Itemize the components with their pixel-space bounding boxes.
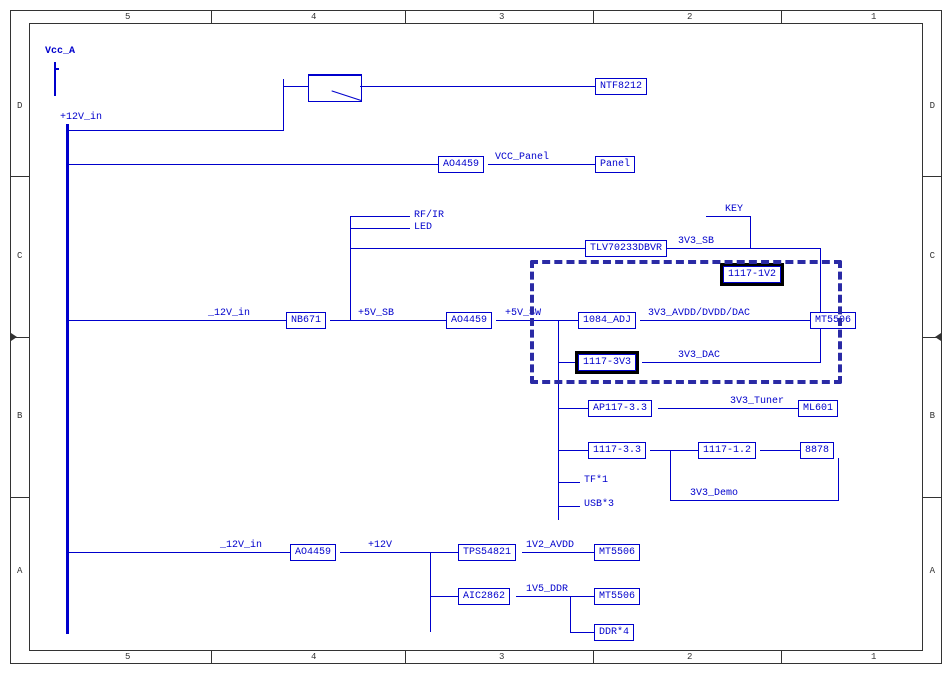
zone-col-4-bot: 4 [311,652,316,662]
block-ao4459-a: AO4459 [438,156,484,173]
zone-col-1-bot: 1 [871,652,876,662]
wire [650,450,698,451]
block-8878: 8878 [800,442,834,459]
zone-col-3-bot: 3 [499,652,504,662]
zone-row-c-right: C [930,251,935,261]
zone-col-3-top: 3 [499,12,504,22]
left-arrow-icon [11,333,17,341]
zone-row-a-left: A [17,566,22,576]
zone-row-d-right: D [930,101,935,111]
zone-col-4-top: 4 [311,12,316,22]
block-ao4459-b: AO4459 [446,312,492,329]
wire [330,320,446,321]
wire [706,216,750,217]
block-panel: Panel [595,156,635,173]
wire [570,596,571,632]
block-ao4459-c: AO4459 [290,544,336,561]
wire [68,164,438,165]
wire [340,552,458,553]
net-12v-in-bot: _12V_in [220,540,262,551]
zone-col-2-top: 2 [687,12,692,22]
relay-symbol [308,74,362,102]
zone-row-d-left: D [17,101,22,111]
block-1117-3.3: 1117-3.3 [588,442,646,459]
net-3v3-demo: 3V3_Demo [690,488,738,499]
block-1117-1.2: 1117-1.2 [698,442,756,459]
zone-row-b-right: B [930,411,935,421]
net-1v5-ddr: 1V5_DDR [526,584,568,595]
zone-row-a-right: A [930,566,935,576]
zone-col-5-top: 5 [125,12,130,22]
wire [760,450,800,451]
rail-vcc-a: Vcc_A [45,46,75,57]
net-12v-in-mid: _12V_in [208,308,250,319]
wire [558,450,588,451]
wire [516,596,594,597]
zone-row-c-left: C [17,251,22,261]
block-ddr4: DDR*4 [594,624,634,641]
net-1v2-avdd: 1V2_AVDD [526,540,574,551]
wire [350,248,585,249]
block-tlv70233: TLV70233DBVR [585,240,667,257]
zone-col-2-bot: 2 [687,652,692,662]
wire [350,228,410,229]
wire [54,68,59,70]
wire [670,500,838,501]
net-3v3-sb: 3V3_SB [678,236,714,247]
wire [350,216,410,217]
wire [68,552,290,553]
wire [558,482,580,483]
net-12v: +12V [368,540,392,551]
wire [558,408,588,409]
net-rf-ir: RF/IR [414,210,444,221]
wire [430,596,458,597]
wire [658,408,798,409]
drawing-area: Vcc_A +12V_in NTF8212 AO4459 VCC_Panel P… [29,23,923,651]
net-3v3-tuner: 3V3_Tuner [730,396,784,407]
right-arrow-icon [935,333,941,341]
block-nb671: NB671 [286,312,326,329]
block-mt5506-c: MT5506 [594,588,640,605]
wire [666,248,820,249]
rail-12v-in: +12V_in [60,112,102,123]
net-5v-sb: +5V_SB [358,308,394,319]
wire [68,320,286,321]
block-ntf8212: NTF8212 [595,78,647,95]
wire [68,130,283,131]
zone-col-1-top: 1 [871,12,876,22]
block-mt5506-b: MT5506 [594,544,640,561]
wire [750,216,751,248]
wire [570,632,594,633]
zone-col-5-bot: 5 [125,652,130,662]
wire [558,506,580,507]
net-key: KEY [725,204,743,215]
wire [430,552,431,632]
wire [488,164,595,165]
block-aic2862: AIC2862 [458,588,510,605]
wire [283,86,308,87]
dashed-group [530,260,842,384]
wire [838,458,839,501]
schematic-sheet: 5 4 3 2 1 5 4 3 2 1 D C B A D C B A Vcc_… [10,10,942,664]
net-vcc-panel: VCC_Panel [495,152,549,163]
block-ap117-3.3: AP117-3.3 [588,400,652,417]
wire [360,86,595,87]
zone-row-b-left: B [17,411,22,421]
net-led: LED [414,222,432,233]
wire [350,216,351,320]
block-ml601: ML601 [798,400,838,417]
net-usb3: USB*3 [584,499,614,510]
wire [522,552,594,553]
block-tps54821: TPS54821 [458,544,516,561]
net-tf1: TF*1 [584,475,608,486]
bus-12v-in [66,124,69,634]
wire [670,450,671,500]
